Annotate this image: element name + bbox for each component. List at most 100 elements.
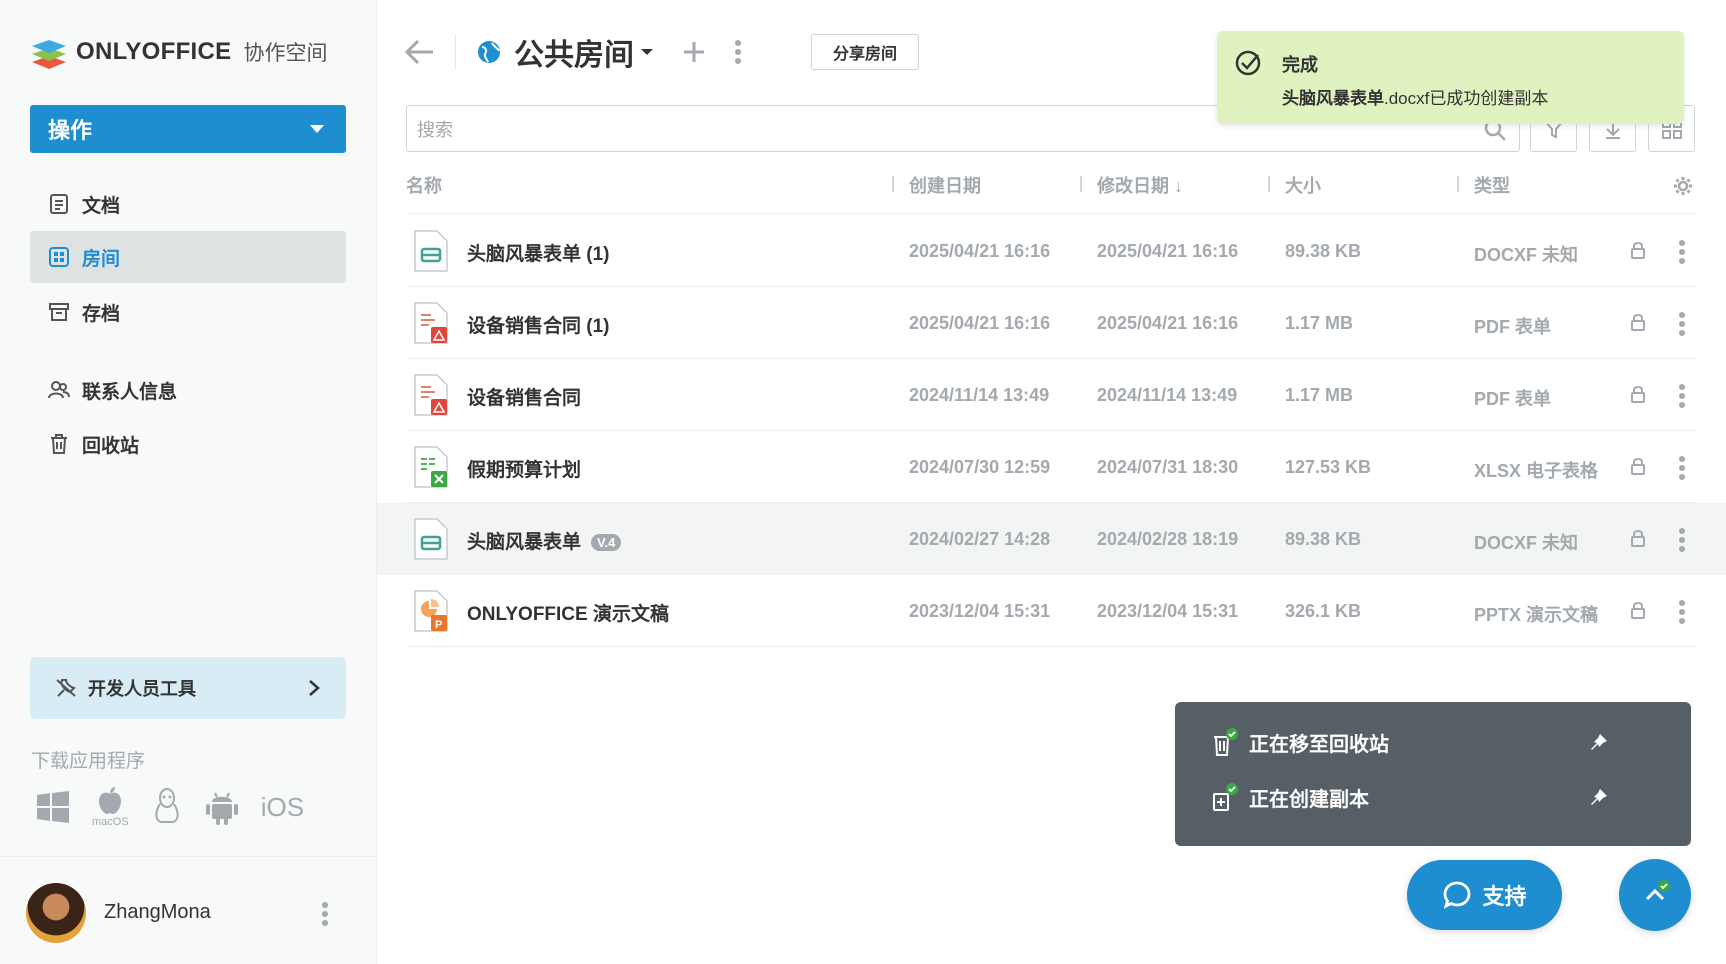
modified-date: 2025/04/21 16:16 — [1097, 241, 1239, 261]
created-date: 2024/11/14 13:49 — [909, 385, 1050, 405]
lock-icon[interactable] — [1630, 241, 1646, 259]
trash-icon — [51, 434, 67, 454]
lock-icon[interactable] — [1630, 385, 1646, 403]
lock-icon[interactable] — [1630, 457, 1646, 475]
modified-date: 2024/07/31 18:30 — [1097, 457, 1239, 477]
developer-tools-icon — [56, 679, 76, 697]
column-header-type[interactable]: 类型 — [1474, 172, 1510, 198]
lock-icon[interactable] — [1630, 601, 1646, 619]
developer-tools-button[interactable]: 开发人员工具 — [30, 657, 346, 719]
sidebar-item-label: 房间 — [82, 248, 121, 270]
more-vertical-icon[interactable] — [1678, 599, 1686, 625]
copy-icon — [1213, 783, 1238, 811]
toast-message-rest: .docxf已成功创建副本 — [1384, 89, 1549, 108]
chevron-up-icon — [1645, 880, 1670, 901]
column-separator[interactable] — [1457, 176, 1459, 192]
more-vertical-icon[interactable] — [321, 901, 329, 927]
lock-icon[interactable] — [1630, 313, 1646, 331]
file-size: 1.17 MB — [1285, 313, 1354, 333]
logo[interactable]: ONLYOFFICE 协作空间 — [30, 34, 327, 70]
column-separator[interactable] — [1268, 176, 1270, 192]
column-separator[interactable] — [1080, 176, 1082, 192]
file-type: PPTX 演示文稿 — [1474, 605, 1599, 625]
column-header-modified[interactable]: 修改日期 ↓ — [1097, 172, 1183, 198]
developer-tools-label: 开发人员工具 — [88, 679, 196, 699]
file-name[interactable]: 设备销售合同 — [467, 383, 581, 410]
more-vertical-icon[interactable] — [1678, 239, 1686, 265]
macos-link[interactable]: macOS — [92, 786, 129, 828]
file-name[interactable]: 头脑风暴表单 (1) — [467, 239, 610, 266]
more-vertical-icon[interactable] — [1678, 527, 1686, 553]
support-label: 支持 — [1482, 884, 1527, 909]
sidebar-item-label: 存档 — [82, 303, 121, 325]
created-date: 2025/04/21 16:16 — [909, 313, 1051, 333]
plus-icon[interactable] — [682, 40, 706, 64]
linux-icon[interactable] — [151, 788, 183, 826]
sidebar-item-rooms[interactable]: 房间 — [30, 231, 346, 283]
version-badge[interactable]: V.4 — [591, 534, 622, 552]
more-vertical-icon[interactable] — [734, 39, 742, 65]
search-placeholder: 搜索 — [417, 119, 453, 140]
file-type: DOCXF 未知 — [1474, 533, 1579, 553]
sidebar: ONLYOFFICE 协作空间 操作 文档 房间 存档 联系人信息 回收站 开发… — [0, 0, 377, 964]
file-size: 127.53 KB — [1285, 457, 1372, 477]
header-divider — [406, 213, 1696, 214]
modified-date: 2024/02/28 18:19 — [1097, 529, 1239, 549]
scroll-up-button[interactable] — [1619, 859, 1691, 931]
more-vertical-icon[interactable] — [1678, 455, 1686, 481]
created-date: 2024/02/27 14:28 — [909, 529, 1051, 549]
sidebar-item-archive[interactable]: 存档 — [30, 286, 346, 338]
file-name[interactable]: 假期预算计划 — [467, 455, 581, 482]
table-row[interactable]: 设备销售合同 (1) 2025/04/21 16:16 2025/04/21 1… — [377, 287, 1726, 359]
created-date: 2023/12/04 15:31 — [909, 601, 1051, 621]
svg-text:P: P — [435, 619, 442, 631]
table-row[interactable]: 设备销售合同 2024/11/14 13:49 2024/11/14 13:49… — [377, 359, 1726, 431]
file-size: 89.38 KB — [1285, 241, 1362, 261]
android-icon[interactable] — [205, 788, 239, 826]
modified-date: 2025/04/21 16:16 — [1097, 313, 1239, 333]
table-row[interactable]: 假期预算计划 2024/07/30 12:59 2024/07/31 18:30… — [377, 431, 1726, 503]
column-header-created[interactable]: 创建日期 — [909, 172, 981, 198]
back-arrow-icon[interactable] — [405, 39, 435, 65]
support-button[interactable]: 支持 — [1407, 860, 1562, 930]
sidebar-item-trash[interactable]: 回收站 — [30, 418, 346, 470]
file-name[interactable]: 头脑风暴表单 V.4 — [467, 527, 622, 554]
sidebar-item-contacts[interactable]: 联系人信息 — [30, 364, 346, 416]
rooms-icon — [49, 247, 69, 267]
file-name[interactable]: ONLYOFFICE 演示文稿 — [467, 599, 669, 626]
more-vertical-icon[interactable] — [1678, 383, 1686, 409]
file-name-text: 头脑风暴表单 — [467, 532, 582, 553]
actions-label: 操作 — [48, 118, 93, 143]
docxf-icon — [414, 230, 448, 272]
created-date: 2024/07/30 12:59 — [909, 457, 1051, 477]
chat-bubble-icon — [1444, 881, 1471, 909]
operation-item[interactable]: 正在创建副本 — [1211, 777, 1655, 817]
operation-item[interactable]: 正在移至回收站 — [1211, 722, 1655, 762]
caret-down-icon[interactable] — [640, 47, 654, 57]
column-header-modified-label: 修改日期 — [1097, 176, 1169, 196]
file-name[interactable]: 设备销售合同 (1) — [467, 311, 610, 338]
room-title[interactable]: 公共房间 — [514, 30, 634, 74]
share-room-button[interactable]: 分享房间 — [811, 34, 919, 70]
gear-icon[interactable] — [1673, 176, 1693, 196]
caret-down-icon — [310, 125, 324, 133]
ios-icon[interactable]: iOS — [261, 792, 304, 823]
more-vertical-icon[interactable] — [1678, 311, 1686, 337]
logo-subtitle: 协作空间 — [243, 42, 328, 65]
avatar[interactable] — [26, 883, 86, 943]
success-toast[interactable]: 完成 头脑风暴表单.docxf已成功创建副本 — [1217, 31, 1684, 124]
column-separator[interactable] — [892, 176, 894, 192]
column-header-size[interactable]: 大小 — [1285, 172, 1321, 198]
table-row[interactable]: P ONLYOFFICE 演示文稿 2023/12/04 15:31 2023/… — [377, 575, 1726, 647]
sidebar-item-documents[interactable]: 文档 — [30, 178, 346, 230]
column-header-name[interactable]: 名称 — [406, 172, 442, 198]
pin-icon[interactable] — [1589, 732, 1609, 752]
windows-icon[interactable] — [36, 790, 70, 824]
onlyoffice-logo-icon — [32, 40, 66, 69]
lock-icon[interactable] — [1630, 529, 1646, 547]
pin-icon[interactable] — [1589, 787, 1609, 807]
actions-button[interactable]: 操作 — [30, 105, 346, 153]
table-row[interactable]: 头脑风暴表单 (1) 2025/04/21 16:16 2025/04/21 1… — [377, 215, 1726, 287]
table-row[interactable]: 头脑风暴表单 V.4 2024/02/27 14:28 2024/02/28 18… — [377, 503, 1726, 575]
divider — [455, 34, 456, 70]
